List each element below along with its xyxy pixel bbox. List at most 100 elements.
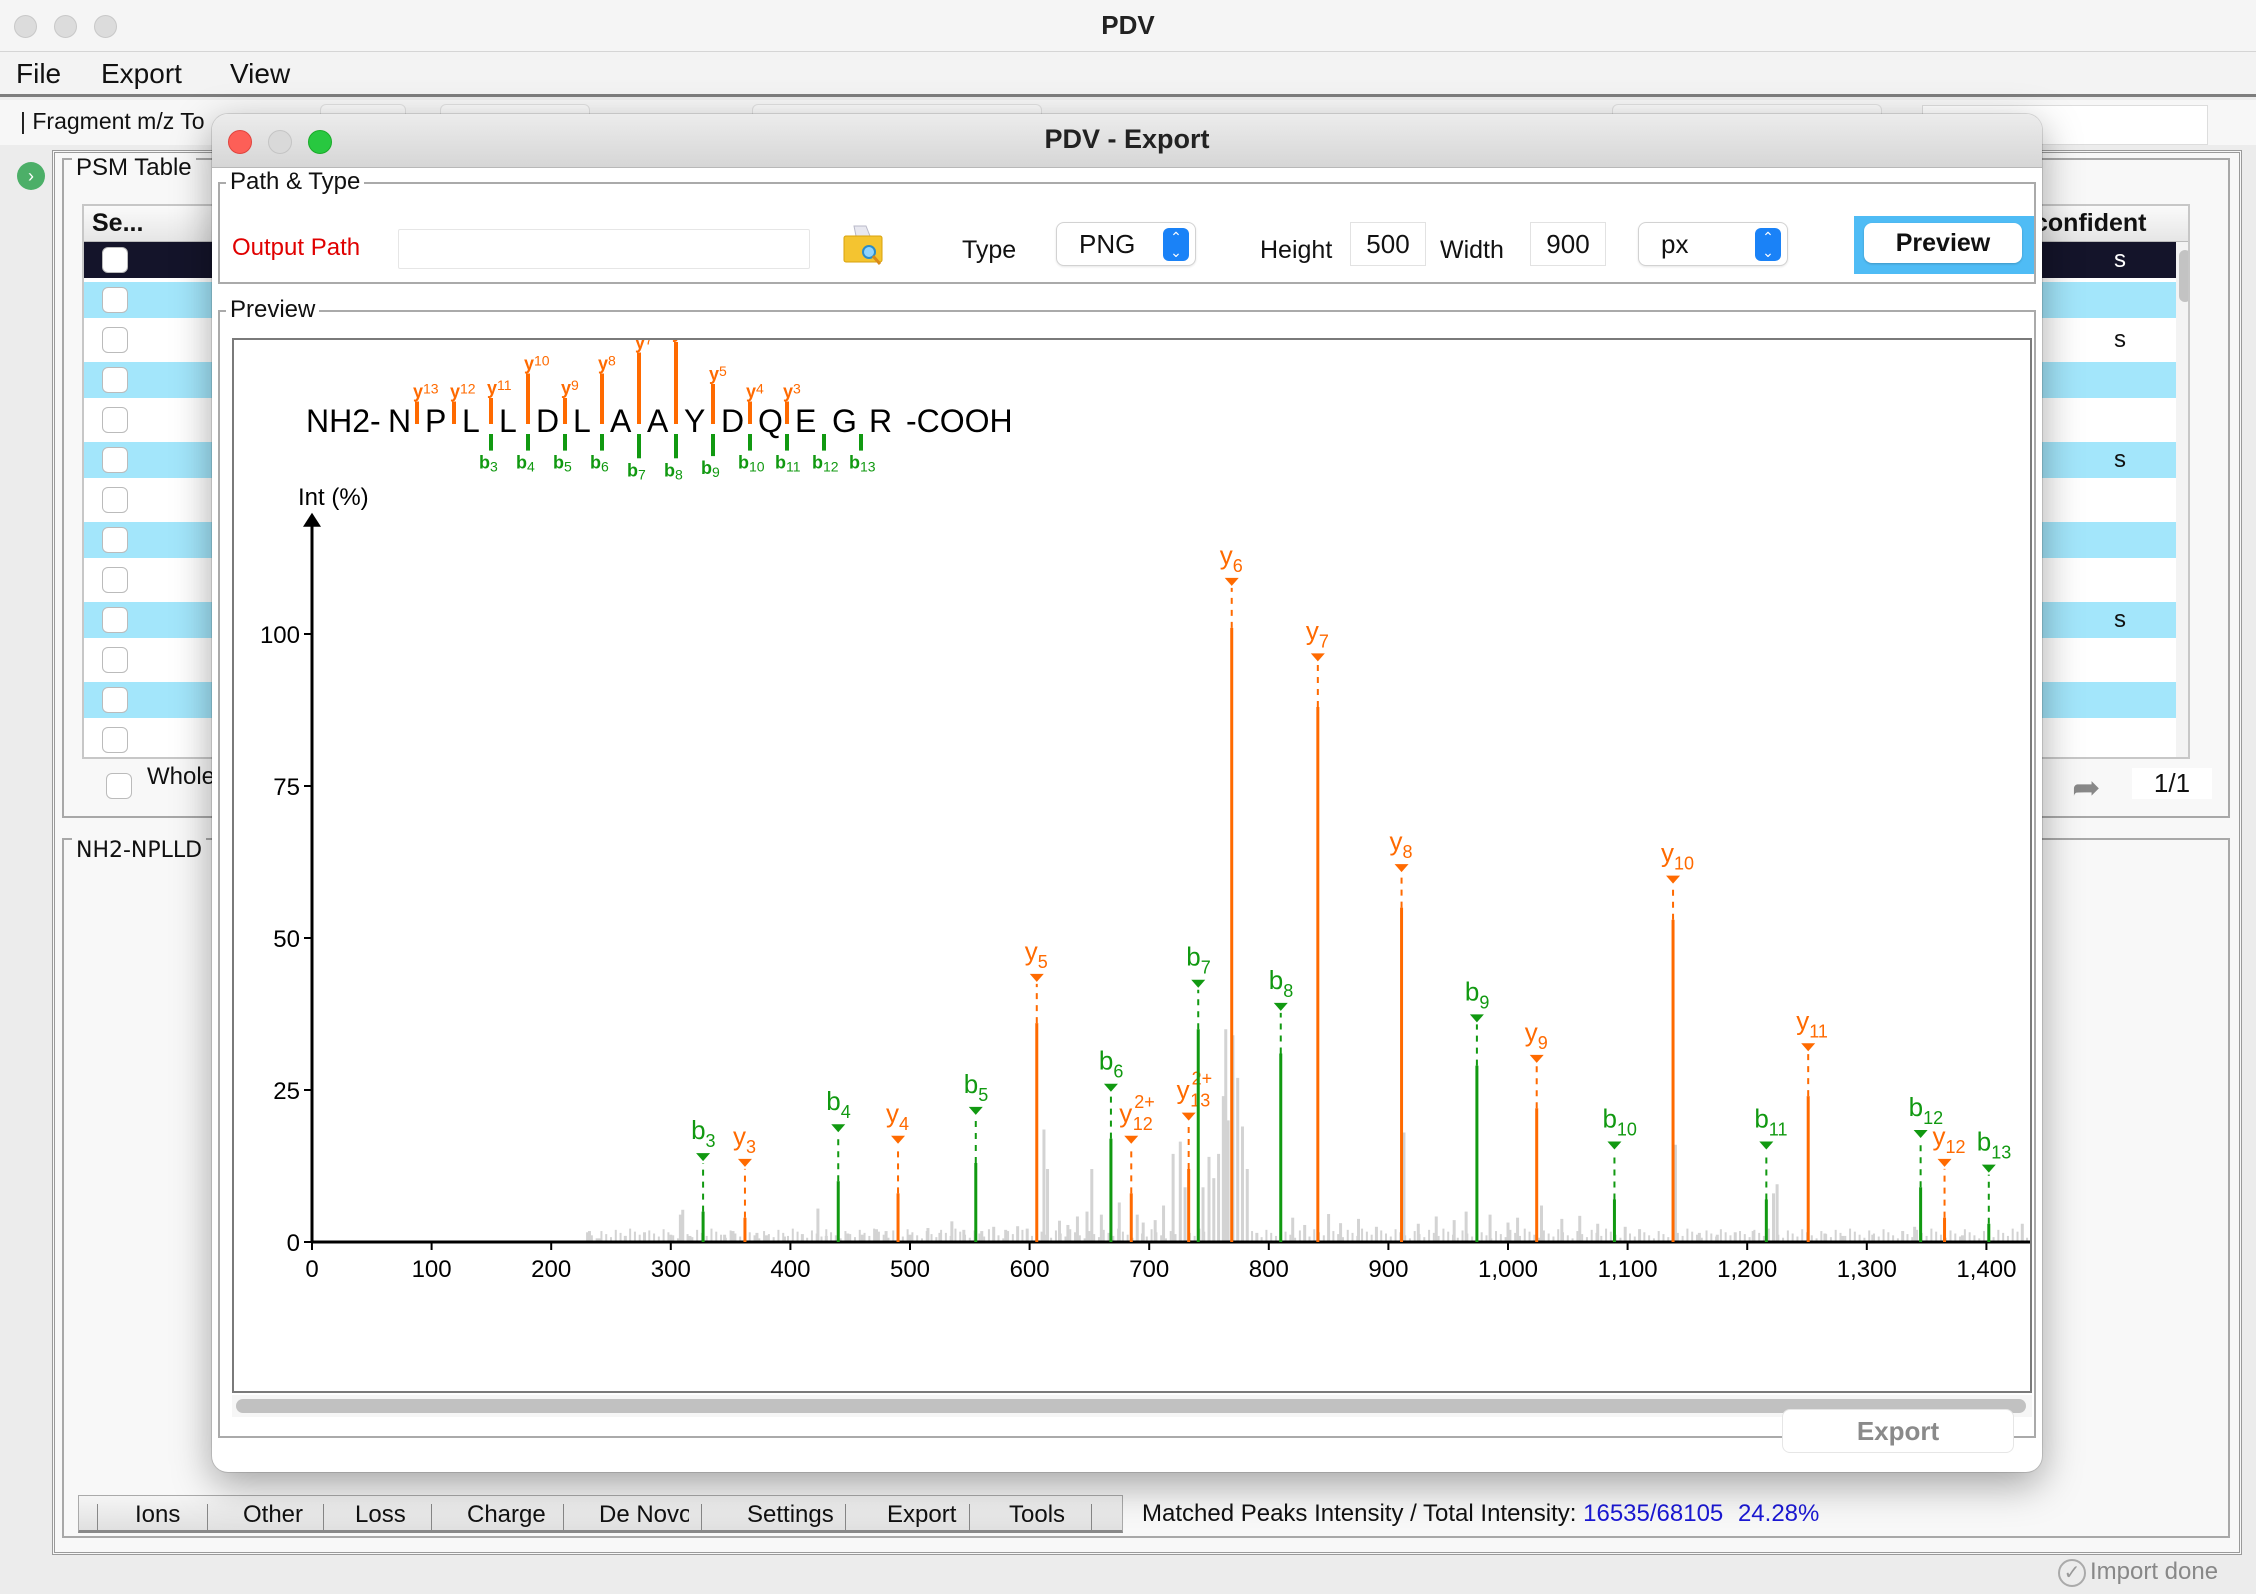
tab-export[interactable]: Export [887, 1501, 957, 1529]
width-input[interactable]: 900 [1530, 222, 1606, 266]
b-fragment-label: b7 [627, 460, 646, 482]
x-tick-label: 500 [890, 1256, 930, 1283]
y-tick-label: 50 [273, 926, 300, 953]
tab-other[interactable]: Other [243, 1501, 303, 1529]
height-input[interactable]: 500 [1350, 222, 1426, 266]
peak-marker [891, 1135, 906, 1144]
row-select-checkbox[interactable] [102, 327, 128, 353]
row-select-checkbox[interactable] [102, 287, 128, 313]
row-select-checkbox[interactable] [102, 407, 128, 433]
unit-select[interactable]: px ⌃ ⌄ [1638, 222, 1788, 266]
row-select-checkbox[interactable] [102, 727, 128, 753]
row-select-checkbox[interactable] [102, 447, 128, 473]
b-fragment-label: b8 [664, 460, 683, 482]
preview-button[interactable]: Preview [1864, 223, 2022, 263]
peak-label-y11: y11 [1796, 1005, 1828, 1041]
export-button[interactable]: Export [1782, 1409, 2014, 1453]
peak-label-y5: y5 [1025, 936, 1048, 972]
x-tick-label: 1,400 [1956, 1256, 2016, 1283]
b-fragment-label: b5 [553, 453, 572, 475]
next-page-icon[interactable]: ➦ [2072, 768, 2101, 808]
menu-export[interactable]: Export [101, 58, 182, 90]
y-fragment-label: y12 [450, 381, 476, 402]
select-arrows-icon: ⌃ ⌄ [1755, 228, 1781, 261]
row-select-checkbox[interactable] [102, 607, 128, 633]
row-select-checkbox[interactable] [102, 687, 128, 713]
preview-legend: Preview [226, 296, 320, 324]
page-indicator: 1/1 [2132, 768, 2212, 799]
row-select-checkbox[interactable] [102, 247, 128, 273]
peak-label-y8: y8 [1390, 826, 1413, 862]
header-selected[interactable]: Se... [92, 209, 143, 238]
x-tick-label: 100 [412, 1256, 452, 1283]
b-fragment-label: b12 [812, 453, 839, 475]
x-tick-label: 1,300 [1837, 1256, 1897, 1283]
menu-file[interactable]: File [16, 58, 61, 90]
preview-scroll-thumb[interactable] [236, 1399, 2026, 1413]
tab-ions[interactable]: Ions [135, 1501, 180, 1529]
matched-intensity-percent: 24.28% [1737, 1500, 1820, 1527]
dialog-titlebar[interactable]: PDV - Export [212, 114, 2042, 168]
psm-table-scrollbar[interactable] [2176, 242, 2188, 757]
x-tick-label: 700 [1129, 1256, 1169, 1283]
browse-folder-icon[interactable] [840, 222, 888, 268]
row-select-checkbox[interactable] [102, 487, 128, 513]
height-label: Height [1260, 236, 1333, 264]
output-path-input[interactable] [398, 229, 810, 269]
tab-settings[interactable]: Settings [747, 1501, 833, 1529]
menu-view[interactable]: View [230, 58, 290, 90]
y-fragment-label: y7 [635, 340, 653, 353]
preview-horizontal-scrollbar[interactable] [232, 1395, 2032, 1417]
peptide-residue: A [610, 403, 632, 439]
output-path-label: Output Path [232, 234, 361, 261]
menubar: File Export View [0, 52, 2256, 97]
peak-marker [1273, 1002, 1288, 1011]
tab-de-novo[interactable]: De Novo [599, 1501, 689, 1529]
peptide-residue: E [795, 403, 816, 439]
row-select-checkbox[interactable] [102, 527, 128, 553]
row-confident: s [2114, 606, 2126, 633]
peak-marker [1666, 875, 1681, 884]
matched-intensity-info: Matched Peaks Intensity / Total Intensit… [1142, 1500, 1819, 1528]
status-text: Import done [2090, 1558, 2219, 1585]
tab-tools[interactable]: Tools [1009, 1501, 1065, 1529]
b-fragment-label: b9 [701, 458, 720, 480]
header-confident[interactable]: confident [2034, 209, 2147, 238]
y-tick-label: 75 [273, 774, 300, 801]
peak-label-y7: y7 [1306, 615, 1329, 651]
peak-marker [968, 1106, 983, 1115]
row-select-checkbox[interactable] [102, 647, 128, 673]
peak-marker [1029, 973, 1044, 982]
peak-marker [1394, 864, 1409, 873]
b-fragment-label: b4 [516, 453, 535, 475]
row-select-checkbox[interactable] [102, 367, 128, 393]
export-dialog: PDV - Export Path & Type Output Path Typ… [212, 114, 2042, 1472]
peak-label-b5: b5 [964, 1069, 988, 1105]
peak-marker [1801, 1043, 1816, 1052]
expand-sidebar-icon[interactable]: › [17, 162, 45, 190]
width-label: Width [1440, 236, 1504, 264]
b-fragment-label: b11 [775, 453, 801, 475]
peak-label-y3: y3 [733, 1121, 756, 1157]
peak-marker [1913, 1129, 1928, 1138]
peak-marker [737, 1158, 752, 1167]
row-confident: s [2114, 246, 2126, 273]
b-fragment-label: b13 [849, 453, 876, 475]
peak-label-y13: y 2+ 13 [1177, 1069, 1213, 1111]
peptide-prefix: NH2- [306, 403, 381, 439]
tab-loss[interactable]: Loss [355, 1501, 406, 1529]
whole-checkbox[interactable] [106, 773, 132, 799]
peptide-residue: G [832, 403, 857, 439]
y-fragment-label: y4 [746, 381, 764, 402]
spectrum-group-legend: NH2-NPLLD [72, 838, 207, 863]
psm-scroll-thumb[interactable] [2179, 250, 2188, 302]
matched-intensity-value: 16535/68105 [1583, 1500, 1724, 1527]
status-indicator: ✓ Import done [2058, 1558, 2218, 1587]
path-type-group: Path & Type Output Path Type PNG ⌃ ⌄ Heig… [218, 168, 2036, 284]
spectrum-preview: m/zInt (%)01002003004005006007008009001,… [232, 338, 2032, 1393]
x-tick-label: 200 [531, 1256, 571, 1283]
peak-label-b7: b7 [1186, 942, 1210, 978]
type-select[interactable]: PNG ⌃ ⌄ [1056, 222, 1196, 266]
row-select-checkbox[interactable] [102, 567, 128, 593]
tab-charge[interactable]: Charge [467, 1501, 547, 1529]
